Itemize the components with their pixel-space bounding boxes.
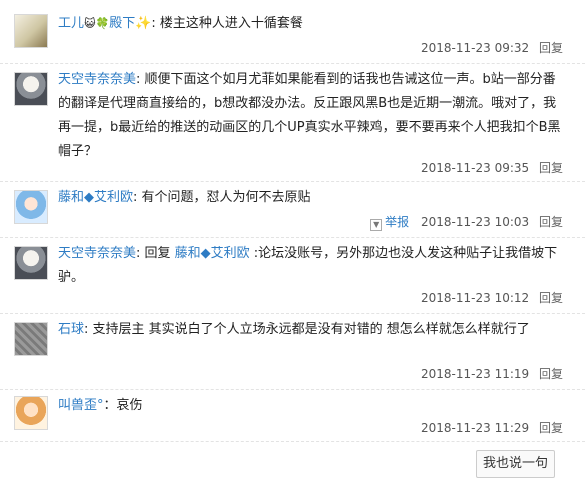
post-meta: ▼ 举报 2018-11-23 10:03 回复	[370, 214, 563, 231]
post-date: 2018-11-23 11:29	[421, 421, 530, 435]
list-item: 藤和◆艾利欧: 有个问题，怼人为何不去原贴 ▼ 举报 2018-11-23 10:…	[0, 182, 585, 238]
report-button[interactable]: ▼ 举报	[370, 215, 410, 231]
post-text: 哀伤	[116, 398, 143, 413]
post-content: 天空寺奈奈美: 回复 藤和◆艾利欧 :论坛没账号，另外那边也没人发这种贴子让我借…	[58, 242, 563, 290]
post-content: 石球: 支持层主 其实说白了个人立场永远都是没有对错的 想怎么样就怎么样就行了	[58, 318, 563, 342]
reply-link[interactable]: 回复	[539, 161, 563, 175]
post-content: 藤和◆艾利欧: 有个问题，怼人为何不去原贴	[58, 186, 563, 210]
reply-link[interactable]: 回复	[539, 215, 563, 229]
list-item: 天空寺奈奈美: 回复 藤和◆艾利欧 :论坛没账号，另外那边也没人发这种贴子让我借…	[0, 238, 585, 314]
separator: ：	[103, 398, 117, 413]
separator: :	[136, 72, 145, 87]
reply-link[interactable]: 回复	[539, 291, 563, 305]
say-something-button[interactable]: 我也说一句	[476, 450, 555, 478]
separator: :	[136, 246, 145, 261]
post-meta: 2018-11-23 09:35 回复	[421, 160, 563, 176]
post-meta: 2018-11-23 11:29 回复	[421, 420, 563, 436]
username-link[interactable]: 天空寺奈奈美	[58, 72, 136, 87]
post-meta: 2018-11-23 10:12 回复	[421, 290, 563, 306]
post-meta: 2018-11-23 11:19 回复	[421, 366, 563, 382]
username-link[interactable]: 天空寺奈奈美	[58, 246, 136, 261]
post-content: 叫兽歪°：哀伤	[58, 394, 563, 418]
reply-prefix: 回复	[144, 246, 175, 261]
post-date: 2018-11-23 09:32	[421, 41, 530, 55]
separator: :	[133, 190, 142, 205]
post-date: 2018-11-23 11:19	[421, 367, 530, 381]
post-date: 2018-11-23 09:35	[421, 161, 530, 175]
username-link[interactable]: 工儿	[58, 16, 84, 31]
post-text: 楼主这种人进入十循套餐	[159, 16, 303, 31]
separator: :	[151, 16, 160, 31]
list-item: 石球: 支持层主 其实说白了个人立场永远都是没有对错的 想怎么样就怎么样就行了 …	[0, 314, 585, 390]
reply-link[interactable]: 回复	[539, 421, 563, 435]
avatar[interactable]	[14, 322, 48, 356]
post-date: 2018-11-23 10:03	[421, 215, 530, 229]
reply-link[interactable]: 回复	[539, 41, 563, 55]
username-link[interactable]: 叫兽歪°	[58, 398, 104, 413]
username-link[interactable]: 藤和◆艾利欧	[58, 190, 133, 205]
reply-to-user-link[interactable]: 藤和◆艾利欧	[175, 246, 250, 261]
avatar[interactable]	[14, 72, 48, 106]
list-item: 天空寺奈奈美: 顺便下面这个如月尤菲如果能看到的话我也告诫这位一声。b站一部分番…	[0, 64, 585, 182]
report-label: 举报	[385, 215, 410, 229]
reply-link[interactable]: 回复	[539, 367, 563, 381]
username-link[interactable]: 石球	[58, 322, 84, 337]
post-text: 有个问题，怼人为何不去原贴	[141, 190, 311, 205]
report-icon: ▼	[370, 219, 383, 231]
list-item: 工儿😺🍀殿下✨: 楼主这种人进入十循套餐 2018-11-23 09:32 回复	[0, 0, 585, 64]
list-item: 叫兽歪°：哀伤 2018-11-23 11:29 回复	[0, 390, 585, 442]
separator: :	[84, 322, 93, 337]
post-content: 天空寺奈奈美: 顺便下面这个如月尤菲如果能看到的话我也告诫这位一声。b站一部分番…	[58, 68, 563, 164]
user-badge: 😺🍀	[84, 17, 110, 30]
username-suffix[interactable]: 殿下✨	[109, 16, 151, 31]
post-meta: 2018-11-23 09:32 回复	[421, 40, 563, 56]
post-content: 工儿😺🍀殿下✨: 楼主这种人进入十循套餐	[58, 12, 563, 36]
avatar[interactable]	[14, 246, 48, 280]
avatar[interactable]	[14, 396, 48, 430]
avatar[interactable]	[14, 190, 48, 224]
post-date: 2018-11-23 10:12	[421, 291, 530, 305]
post-text: 支持层主 其实说白了个人立场永远都是没有对错的 想怎么样就怎么样就行了	[92, 322, 530, 337]
avatar[interactable]	[14, 14, 48, 48]
